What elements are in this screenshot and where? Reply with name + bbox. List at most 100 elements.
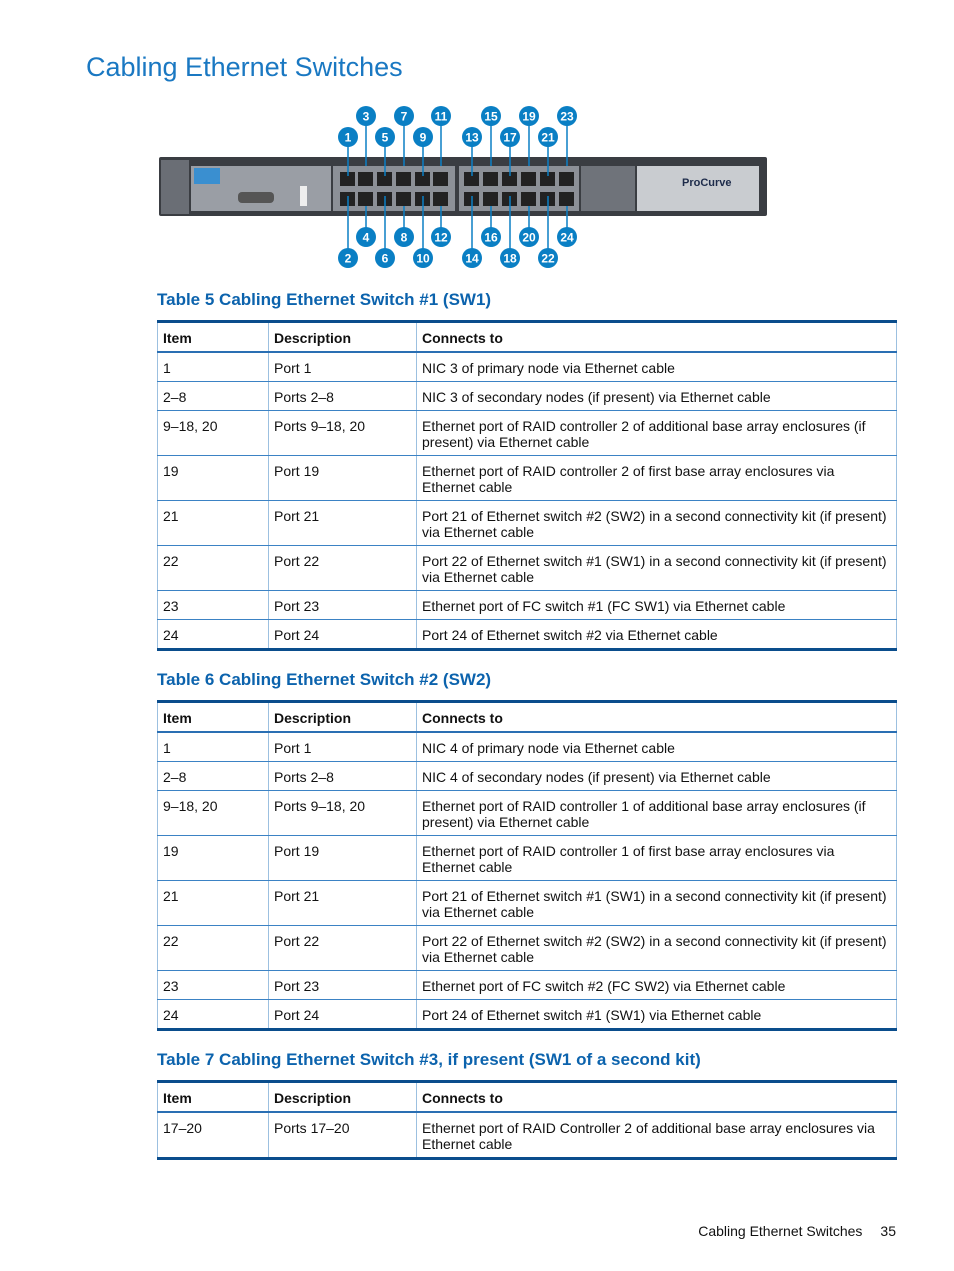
table-cell: 19 [157, 835, 269, 881]
table-cell: 23 [157, 590, 269, 620]
table-cell: Ports 17–20 [268, 1112, 417, 1159]
callout-number: 14 [465, 252, 479, 266]
switch-left-panel [161, 160, 189, 214]
table-cell: Port 22 of Ethernet switch #2 (SW2) in a… [416, 925, 897, 971]
table-cell: 17–20 [157, 1112, 269, 1159]
table-caption: Table 5 Cabling Ethernet Switch #1 (SW1) [157, 290, 492, 309]
callout-number: 6 [382, 252, 389, 266]
callout-number: 12 [434, 231, 448, 245]
table-row: 9–18, 20 Ports 9–18, 20 Ethernet port of R… [157, 410, 897, 456]
table-cell: Port 24 [268, 999, 417, 1030]
ethernet-port [559, 172, 574, 186]
callout-number: 3 [363, 110, 370, 124]
column-header: Item [157, 1081, 269, 1113]
table-header-row: Item Description Connects to [157, 321, 897, 353]
ethernet-port [358, 192, 373, 206]
ethernet-port [483, 172, 498, 186]
callout-number: 18 [503, 252, 517, 266]
table-cell: 24 [157, 619, 269, 650]
ethernet-port [358, 172, 373, 186]
callout-number: 16 [484, 231, 498, 245]
table-row: 2–8 Ports 2–8 NIC 4 of secondary nodes (if… [157, 761, 897, 791]
cabling-table: Item Description Connects to 17–20 Ports 17–… [157, 1080, 897, 1160]
callout-number: 21 [541, 131, 555, 145]
table-row: 1 Port 1 NIC 4 of primary node via Etherne… [157, 732, 897, 762]
table-cell: Ports 9–18, 20 [268, 790, 417, 836]
cabling-table: Item Description Connects to 1 Port 1 NIC 3 o… [157, 320, 897, 651]
cabling-table: Item Description Connects to 1 Port 1 NIC 4 o… [157, 700, 897, 1031]
table-cell: Ethernet port of RAID controller 1 of fi… [416, 835, 897, 881]
table-cell: 21 [157, 880, 269, 926]
table-row: 19 Port 19 Ethernet port of RAID controlle… [157, 835, 897, 881]
ethernet-port [396, 172, 411, 186]
table-cell: Ethernet port of RAID controller 2 of fi… [416, 455, 897, 501]
callout-number: 13 [465, 131, 479, 145]
table-cell: 2–8 [157, 381, 269, 411]
table-cell: Port 19 [268, 455, 417, 501]
table-cell: Ethernet port of RAID controller 2 of ad… [416, 410, 897, 456]
callout-number: 17 [503, 131, 517, 145]
callout-number: 24 [560, 231, 574, 245]
table-cell: 1 [157, 732, 269, 762]
callout-number: 7 [401, 110, 408, 124]
callout-number: 20 [522, 231, 536, 245]
ethernet-port [521, 192, 536, 206]
table-cell: 9–18, 20 [157, 790, 269, 836]
column-header: Connects to [416, 321, 897, 353]
console-port [238, 192, 274, 203]
switch-label [194, 168, 220, 184]
ethernet-port [483, 192, 498, 206]
callout-number: 11 [435, 110, 448, 124]
table-cell: NIC 3 of primary node via Ethernet cable [416, 352, 897, 382]
table-row: 9–18, 20 Ports 9–18, 20 Ethernet port of R… [157, 790, 897, 836]
table-caption: Table 6 Cabling Ethernet Switch #2 (SW2) [157, 670, 492, 689]
table-row: 17–20 Ports 17–20 Ethernet port of RAID Co… [157, 1112, 897, 1159]
callout-number: 15 [484, 110, 498, 124]
table-cell: Port 24 of Ethernet switch #2 via Ethern… [416, 619, 897, 650]
table-cell: 2–8 [157, 761, 269, 791]
table-cell: NIC 3 of secondary nodes (if present) vi… [416, 381, 897, 411]
ethernet-port [521, 172, 536, 186]
column-header: Item [157, 321, 269, 353]
callout-number: 1 [345, 131, 352, 145]
table-cell: NIC 4 of secondary nodes (if present) vi… [416, 761, 897, 791]
column-header: Description [268, 1081, 417, 1113]
callout-number: 2 [345, 252, 352, 266]
column-header: Description [268, 321, 417, 353]
table-cell: Ports 2–8 [268, 761, 417, 791]
table-cell: 9–18, 20 [157, 410, 269, 456]
column-header: Item [157, 701, 269, 733]
page-footer: Cabling Ethernet Switches 35 [680, 1223, 896, 1239]
table-row: 23 Port 23 Ethernet port of FC switch #1 (… [157, 590, 897, 620]
column-header: Connects to [416, 1081, 897, 1113]
usb-port [300, 186, 307, 206]
ethernet-port [433, 172, 448, 186]
table-row: 22 Port 22 Port 22 of Ethernet switch #2 (… [157, 925, 897, 971]
callout-number: 5 [382, 131, 389, 145]
table-cell: Port 19 [268, 835, 417, 881]
table-row: 24 Port 24 Port 24 of Ethernet switch #1 (… [157, 999, 897, 1030]
callout-number: 8 [401, 231, 408, 245]
table-cell: Ports 9–18, 20 [268, 410, 417, 456]
ethernet-switch-figure: ProCurve 3 7 11 15 19 231 5 9 13 17 214 8 12 16 20 242 6… [159, 106, 767, 268]
table-cell: Port 23 [268, 590, 417, 620]
table-header-row: Item Description Connects to [157, 1081, 897, 1113]
table-cell: 1 [157, 352, 269, 382]
table-row: 19 Port 19 Ethernet port of RAID controlle… [157, 455, 897, 501]
table-cell: Ethernet port of RAID controller 1 of ad… [416, 790, 897, 836]
table-row: 24 Port 24 Port 24 of Ethernet switch #2 v… [157, 619, 897, 650]
table-caption: Table 7 Cabling Ethernet Switch #3, if p… [157, 1050, 701, 1069]
table-cell: Ports 2–8 [268, 381, 417, 411]
ethernet-port [396, 192, 411, 206]
table-cell: Port 21 [268, 880, 417, 926]
table-row: 21 Port 21 Port 21 of Ethernet switch #1 (… [157, 880, 897, 926]
sfp-block [581, 166, 635, 211]
table-cell: Port 24 of Ethernet switch #1 (SW1) via … [416, 999, 897, 1030]
callout-number: 23 [560, 110, 574, 124]
table-cell: Port 22 of Ethernet switch #1 (SW1) in a… [416, 545, 897, 591]
column-header: Description [268, 701, 417, 733]
table-row: 1 Port 1 NIC 3 of primary node via Etherne… [157, 352, 897, 382]
page: Cabling Ethernet Switches ProCurve 3 7 11 1… [0, 0, 954, 1271]
table-header-row: Item Description Connects to [157, 701, 897, 733]
table-cell: Port 21 of Ethernet switch #2 (SW2) in a… [416, 500, 897, 546]
